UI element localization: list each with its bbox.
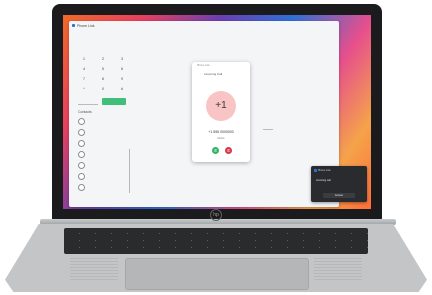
speaker-grille-left bbox=[70, 258, 118, 280]
phone-icon: ✆ bbox=[213, 148, 218, 153]
contact-avatar-icon bbox=[78, 118, 85, 125]
contact-avatar-icon bbox=[78, 173, 85, 180]
contact-item[interactable] bbox=[78, 128, 134, 136]
dial-key[interactable]: # bbox=[117, 85, 127, 92]
dial-key[interactable]: 7 bbox=[79, 75, 89, 82]
app-logo-icon bbox=[314, 169, 317, 172]
contact-item[interactable] bbox=[78, 139, 134, 147]
dial-key[interactable]: 4 bbox=[79, 65, 89, 72]
laptop-screen: Phone Link 1 2 3 4 5 6 7 8 9 * 0 # Conta… bbox=[63, 15, 371, 209]
dial-key[interactable]: 2 bbox=[98, 55, 108, 62]
toast-answer-button[interactable]: Answer bbox=[323, 193, 355, 198]
app-logo-icon bbox=[72, 24, 75, 27]
product-photo: hp Phone Link 1 2 3 4 5 6 7 8 9 * 0 # Co… bbox=[0, 0, 432, 295]
dial-key[interactable]: 3 bbox=[117, 55, 127, 62]
dial-key[interactable]: 5 bbox=[98, 65, 108, 72]
contacts-section-label: Contacts bbox=[78, 110, 92, 114]
contact-item[interactable] bbox=[78, 150, 134, 158]
contact-item[interactable] bbox=[78, 183, 134, 191]
dial-key[interactable]: 1 bbox=[79, 55, 89, 62]
dial-key[interactable]: 8 bbox=[98, 75, 108, 82]
toast-title: Incoming call bbox=[316, 179, 331, 182]
dial-number-field[interactable] bbox=[78, 99, 98, 105]
trackpad bbox=[125, 258, 309, 290]
caller-number: +1 555 0000000 bbox=[208, 130, 234, 134]
answer-call-button[interactable]: ✆ bbox=[212, 147, 219, 154]
dial-key[interactable]: * bbox=[79, 85, 89, 92]
speaker-grille-right bbox=[314, 258, 362, 280]
contact-item[interactable] bbox=[78, 161, 134, 169]
contact-avatar-icon bbox=[78, 151, 85, 158]
call-status: Incoming Call bbox=[204, 72, 223, 76]
phone-hangup-icon: ✆ bbox=[226, 148, 231, 153]
incoming-call-card: Phone Link Incoming Call +1 +1 555 00000… bbox=[192, 62, 250, 162]
toast-app-name: Phone Link bbox=[318, 169, 331, 172]
contact-item[interactable] bbox=[78, 172, 134, 180]
caller-avatar: +1 bbox=[206, 91, 236, 121]
call-notification-toast[interactable]: Phone Link Incoming call Answer bbox=[311, 166, 367, 202]
caller-subtitle: Mobile bbox=[217, 137, 225, 140]
brand-logo-icon: hp bbox=[210, 209, 222, 221]
keyboard bbox=[64, 228, 368, 254]
contact-avatar-icon bbox=[78, 162, 85, 169]
contact-avatar-icon bbox=[78, 140, 85, 147]
dial-key[interactable]: 9 bbox=[117, 75, 127, 82]
divider bbox=[263, 129, 273, 130]
decline-call-button[interactable]: ✆ bbox=[225, 147, 232, 154]
app-title: Phone Link bbox=[77, 24, 95, 28]
dial-key[interactable]: 6 bbox=[117, 65, 127, 72]
contact-avatar-icon bbox=[78, 184, 85, 191]
dial-key[interactable]: 0 bbox=[98, 85, 108, 92]
dial-call-button[interactable] bbox=[102, 98, 126, 105]
contact-avatar-icon bbox=[78, 129, 85, 136]
contact-item[interactable] bbox=[78, 117, 134, 125]
contact-list-scrollbar[interactable] bbox=[129, 149, 130, 193]
call-card-app-title: Phone Link bbox=[197, 64, 210, 67]
